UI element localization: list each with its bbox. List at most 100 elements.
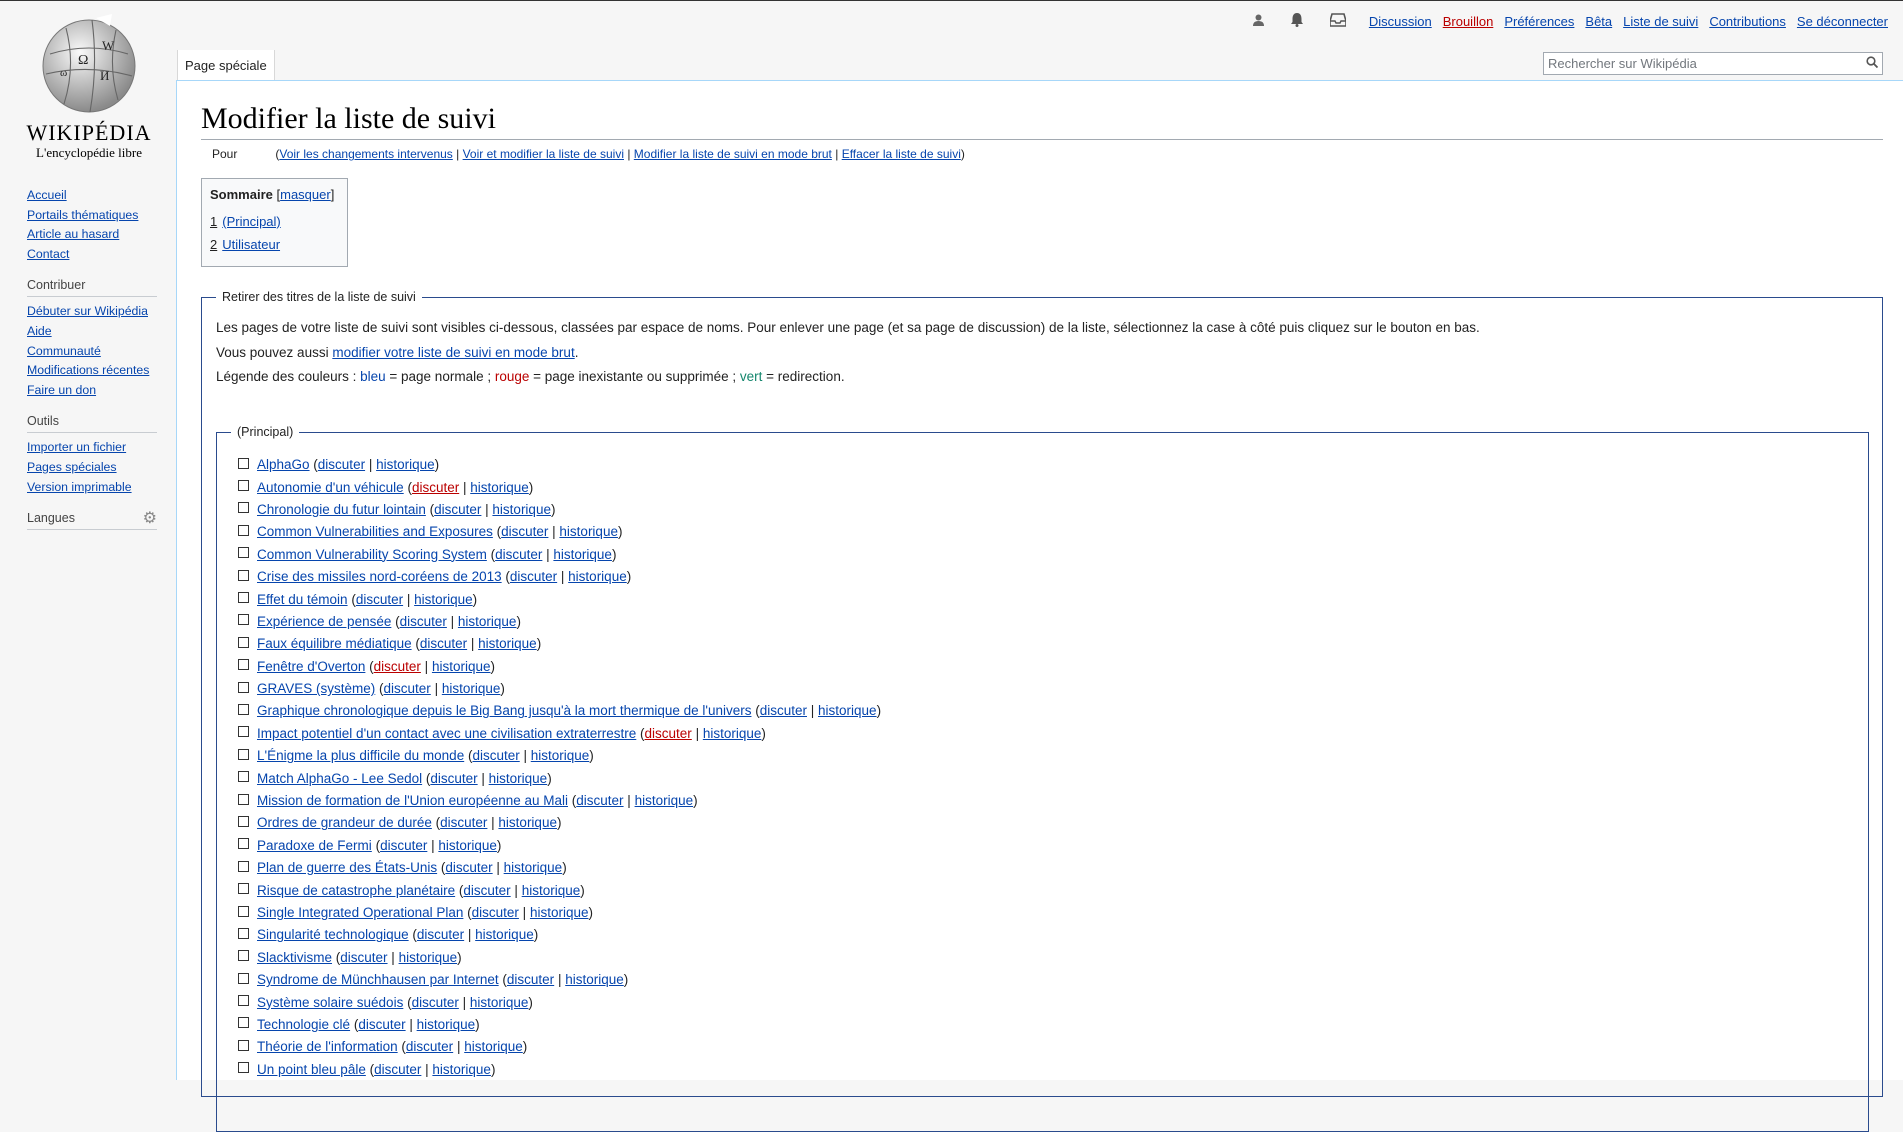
- history-link[interactable]: historique: [399, 947, 458, 969]
- watchlist-checkbox[interactable]: [238, 972, 249, 984]
- history-link[interactable]: historique: [376, 454, 435, 476]
- watchlist-checkbox[interactable]: [238, 480, 249, 492]
- watchlist-checkbox[interactable]: [238, 927, 249, 939]
- talk-link[interactable]: discuter: [507, 969, 554, 991]
- history-link[interactable]: historique: [489, 768, 548, 790]
- history-link[interactable]: historique: [530, 902, 589, 924]
- talk-link[interactable]: discuter: [412, 992, 459, 1014]
- search-icon[interactable]: [1866, 55, 1879, 71]
- history-link[interactable]: historique: [478, 633, 537, 655]
- watchlist-checkbox[interactable]: [238, 569, 249, 581]
- history-link[interactable]: historique: [504, 857, 563, 879]
- watchlist-title-link[interactable]: Effet du témoin: [257, 589, 348, 611]
- history-link[interactable]: historique: [635, 790, 694, 812]
- history-link[interactable]: historique: [438, 835, 497, 857]
- watchlist-title-link[interactable]: Match AlphaGo - Lee Sedol: [257, 768, 422, 790]
- watchlist-title-link[interactable]: Common Vulnerabilities and Exposures: [257, 521, 493, 543]
- talk-link[interactable]: discuter: [576, 790, 623, 812]
- history-link[interactable]: historique: [432, 1059, 491, 1081]
- watchlist-checkbox[interactable]: [238, 1017, 249, 1029]
- watchlist-checkbox[interactable]: [238, 547, 249, 559]
- watchlist-title-link[interactable]: L'Énigme la plus difficile du monde: [257, 745, 464, 767]
- watchlist-title-link[interactable]: Mission de formation de l'Union européen…: [257, 790, 568, 812]
- watchlist-checkbox[interactable]: [238, 995, 249, 1007]
- sidebar-nav-link-2[interactable]: Article au hasard: [27, 227, 119, 241]
- watchlist-checkbox[interactable]: [238, 905, 249, 917]
- watchlist-title-link[interactable]: Graphique chronologique depuis le Big Ba…: [257, 700, 751, 722]
- talk-link[interactable]: discuter: [510, 566, 557, 588]
- watchlist-checkbox[interactable]: [238, 838, 249, 850]
- toc-link-0[interactable]: (Principal): [222, 214, 281, 229]
- sidebar-tools-link-1[interactable]: Pages spéciales: [27, 460, 117, 474]
- watchlist-title-link[interactable]: Fenêtre d'Overton: [257, 656, 365, 678]
- watchlist-title-link[interactable]: Slacktivisme: [257, 947, 332, 969]
- talk-link[interactable]: discuter: [406, 1036, 453, 1058]
- history-link[interactable]: historique: [531, 745, 590, 767]
- watchlist-title-link[interactable]: Common Vulnerability Scoring System: [257, 544, 487, 566]
- sidebar-nav-link-1[interactable]: Portails thématiques: [27, 208, 138, 222]
- watchlist-checkbox[interactable]: [238, 636, 249, 648]
- user-icon[interactable]: [1252, 14, 1264, 29]
- talk-link[interactable]: discuter: [434, 499, 481, 521]
- talk-link[interactable]: discuter: [400, 611, 447, 633]
- history-link[interactable]: historique: [464, 1036, 523, 1058]
- history-link[interactable]: historique: [492, 499, 551, 521]
- toc-toggle[interactable]: masquer: [280, 187, 331, 202]
- sidebar-contribute-link-3[interactable]: Modifications récentes: [27, 363, 149, 377]
- search-input[interactable]: [1544, 53, 1852, 73]
- history-link[interactable]: historique: [818, 700, 877, 722]
- watchlist-title-link[interactable]: Single Integrated Operational Plan: [257, 902, 463, 924]
- watchlist-checkbox[interactable]: [238, 815, 249, 827]
- watchlist-title-link[interactable]: AlphaGo: [257, 454, 310, 476]
- history-link[interactable]: historique: [498, 812, 557, 834]
- talk-link[interactable]: discuter: [374, 1059, 421, 1081]
- watchlist-title-link[interactable]: Paradoxe de Fermi: [257, 835, 372, 857]
- watchlist-checkbox[interactable]: [238, 592, 249, 604]
- talk-link[interactable]: discuter: [501, 521, 548, 543]
- watchlist-checkbox[interactable]: [238, 726, 249, 738]
- history-link[interactable]: historique: [559, 521, 618, 543]
- sidebar-nav-link-0[interactable]: Accueil: [27, 188, 67, 202]
- history-link[interactable]: historique: [565, 969, 624, 991]
- watchlist-title-link[interactable]: Expérience de pensée: [257, 611, 391, 633]
- talk-link[interactable]: discuter: [412, 477, 459, 499]
- watchlist-checkbox[interactable]: [238, 524, 249, 536]
- raw-mode-link[interactable]: modifier votre liste de suivi en mode br…: [332, 345, 574, 360]
- watchlist-title-link[interactable]: Un point bleu pâle: [257, 1059, 366, 1081]
- history-link[interactable]: historique: [442, 678, 501, 700]
- toc-link-1[interactable]: Utilisateur: [222, 237, 280, 252]
- talk-link[interactable]: discuter: [358, 1014, 405, 1036]
- watchlist-checkbox[interactable]: [238, 1039, 249, 1051]
- watchlist-checkbox[interactable]: [238, 1062, 249, 1074]
- bell-icon[interactable]: [1290, 12, 1304, 30]
- watchlist-title-link[interactable]: Singularité technologique: [257, 924, 409, 946]
- watchlist-title-link[interactable]: Technologie clé: [257, 1014, 350, 1036]
- watchlist-checkbox[interactable]: [238, 659, 249, 671]
- watchlist-checkbox[interactable]: [238, 681, 249, 693]
- sidebar-contribute-link-0[interactable]: Débuter sur Wikipédia: [27, 304, 148, 318]
- watchlist-title-link[interactable]: GRAVES (système): [257, 678, 375, 700]
- sidebar-tools-link-0[interactable]: Importer un fichier: [27, 440, 126, 454]
- watchlist-title-link[interactable]: Système solaire suédois: [257, 992, 403, 1014]
- tray-icon[interactable]: [1329, 12, 1347, 30]
- talk-link[interactable]: discuter: [384, 678, 431, 700]
- subnav-link-2[interactable]: Modifier la liste de suivi en mode brut: [634, 147, 832, 161]
- history-link[interactable]: historique: [703, 723, 762, 745]
- watchlist-checkbox[interactable]: [238, 883, 249, 895]
- sidebar-contribute-link-2[interactable]: Communauté: [27, 344, 101, 358]
- watchlist-title-link[interactable]: Ordres de grandeur de durée: [257, 812, 432, 834]
- subnav-link-0[interactable]: Voir les changements intervenus: [279, 147, 452, 161]
- talk-link[interactable]: discuter: [463, 880, 510, 902]
- history-link[interactable]: historique: [553, 544, 612, 566]
- history-link[interactable]: historique: [568, 566, 627, 588]
- talk-link[interactable]: discuter: [440, 812, 487, 834]
- talk-link[interactable]: discuter: [380, 835, 427, 857]
- watchlist-checkbox[interactable]: [238, 502, 249, 514]
- talk-link[interactable]: discuter: [645, 723, 692, 745]
- watchlist-title-link[interactable]: Risque de catastrophe planétaire: [257, 880, 455, 902]
- watchlist-title-link[interactable]: Autonomie d'un véhicule: [257, 477, 404, 499]
- sidebar-nav-link-3[interactable]: Contact: [27, 247, 69, 261]
- history-link[interactable]: historique: [417, 1014, 476, 1036]
- talk-link[interactable]: discuter: [760, 700, 807, 722]
- watchlist-title-link[interactable]: Plan de guerre des États-Unis: [257, 857, 437, 879]
